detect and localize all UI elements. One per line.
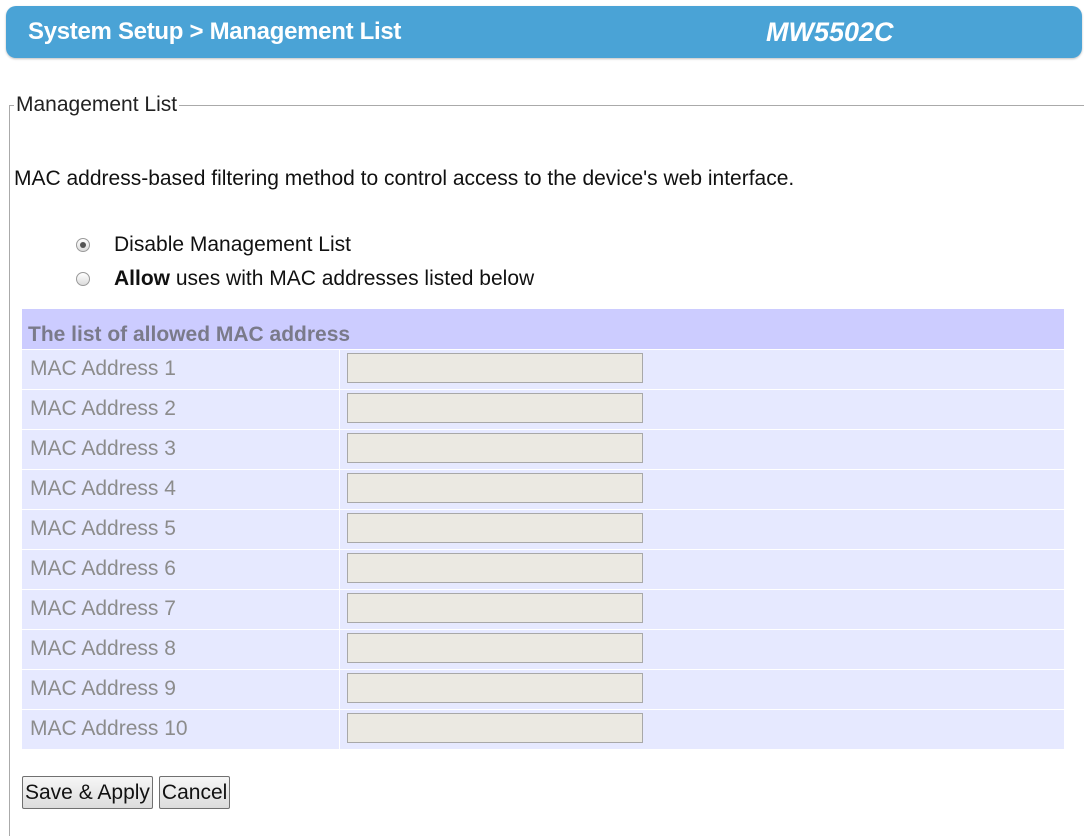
mac-input-cell xyxy=(340,350,1064,389)
mac-address-input[interactable] xyxy=(347,513,643,543)
page-title: System Setup > Management List xyxy=(28,18,402,45)
mac-row: MAC Address 3 xyxy=(22,430,1064,470)
action-buttons: Save & Apply Cancel xyxy=(22,776,231,809)
mac-address-input[interactable] xyxy=(347,713,643,743)
mac-row: MAC Address 7 xyxy=(22,590,1064,630)
section-description: MAC address-based filtering method to co… xyxy=(14,167,795,190)
mac-row: MAC Address 8 xyxy=(22,630,1064,670)
mac-address-label: MAC Address 2 xyxy=(22,390,340,429)
mac-address-label: MAC Address 6 xyxy=(22,550,340,589)
mac-input-cell xyxy=(340,390,1064,429)
fieldset-legend: Management List xyxy=(14,93,180,117)
mac-address-table: The list of allowed MAC address MAC Addr… xyxy=(22,309,1064,750)
mac-address-input[interactable] xyxy=(347,353,643,383)
mac-address-input[interactable] xyxy=(347,633,643,663)
allow-radio[interactable] xyxy=(76,272,90,286)
header-bar: System Setup > Management List MW5502C xyxy=(6,6,1082,58)
mac-address-label: MAC Address 8 xyxy=(22,630,340,669)
mac-input-cell xyxy=(340,470,1064,509)
mac-address-label: MAC Address 9 xyxy=(22,670,340,709)
mac-input-cell xyxy=(340,510,1064,549)
allow-label-rest: uses with MAC addresses listed below xyxy=(170,267,535,290)
mac-address-input[interactable] xyxy=(347,393,643,423)
allow-option[interactable]: Allow uses with MAC addresses listed bel… xyxy=(76,267,534,291)
mac-address-input[interactable] xyxy=(347,473,643,503)
mac-address-label: MAC Address 10 xyxy=(22,710,340,749)
mac-input-cell xyxy=(340,710,1064,749)
disable-label: Disable Management List xyxy=(114,233,351,256)
mac-input-cell xyxy=(340,630,1064,669)
cancel-button[interactable]: Cancel xyxy=(158,776,231,809)
mac-rows: MAC Address 1 MAC Address 2 MAC Address 3M… xyxy=(22,350,1064,750)
mac-row: MAC Address 2 xyxy=(22,390,1064,430)
table-header: The list of allowed MAC address xyxy=(22,309,1064,350)
mac-address-input[interactable] xyxy=(347,553,643,583)
mac-address-label: MAC Address 7 xyxy=(22,590,340,629)
mac-address-input[interactable] xyxy=(347,673,643,703)
mac-address-input[interactable] xyxy=(347,433,643,463)
mac-row: MAC Address 10 xyxy=(22,710,1064,750)
mac-address-label: MAC Address 4 xyxy=(22,470,340,509)
mac-address-label: MAC Address 1 xyxy=(22,350,340,389)
mac-input-cell xyxy=(340,550,1064,589)
mac-address-label: MAC Address 3 xyxy=(22,430,340,469)
mac-address-input[interactable] xyxy=(347,593,643,623)
allow-label: Allow uses with MAC addresses listed bel… xyxy=(114,267,534,291)
mac-address-label: MAC Address 5 xyxy=(22,510,340,549)
mac-row: MAC Address 4 xyxy=(22,470,1064,510)
allow-label-bold: Allow xyxy=(114,267,170,290)
save-apply-button[interactable]: Save & Apply xyxy=(22,776,153,809)
mac-row: MAC Address 6 xyxy=(22,550,1064,590)
disable-option[interactable]: Disable Management List xyxy=(76,233,351,257)
device-model: MW5502C xyxy=(766,17,894,47)
mac-row: MAC Address 1 xyxy=(22,350,1064,390)
mac-input-cell xyxy=(340,670,1064,709)
mac-row: MAC Address 9 xyxy=(22,670,1064,710)
disable-radio[interactable] xyxy=(76,238,90,252)
mac-input-cell xyxy=(340,430,1064,469)
mac-row: MAC Address 5 xyxy=(22,510,1064,550)
mac-input-cell xyxy=(340,590,1064,629)
